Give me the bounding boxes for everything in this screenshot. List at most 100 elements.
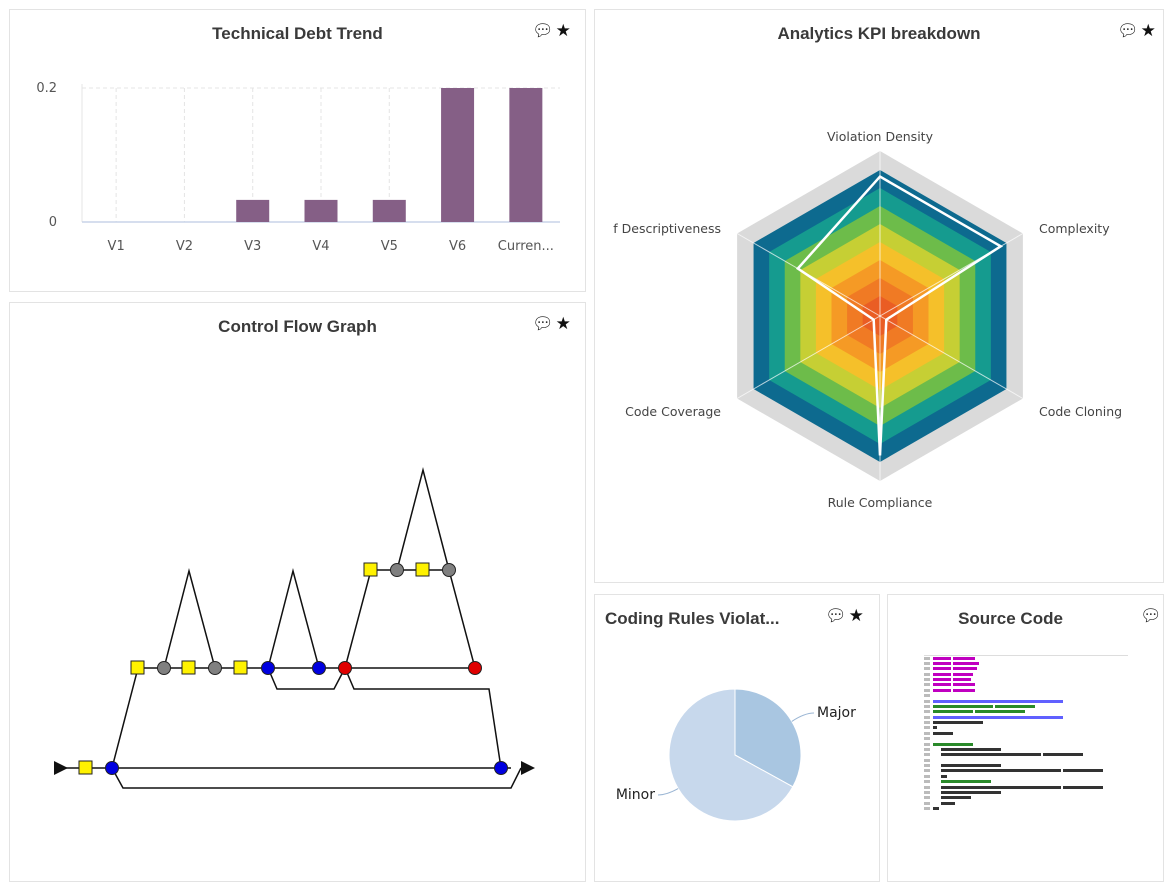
line-number	[924, 672, 930, 676]
code-line	[924, 769, 1128, 773]
source-code-panel: Source Code 💬︎	[887, 594, 1164, 882]
code-line	[924, 737, 1128, 741]
code-token	[941, 790, 1001, 794]
code-token	[933, 699, 1063, 703]
cfg-node-call	[390, 563, 404, 577]
line-number	[924, 742, 930, 746]
bar	[509, 88, 543, 222]
line-number	[924, 656, 930, 660]
cfg-node-statement	[363, 562, 378, 577]
line-number	[924, 769, 930, 773]
code-token	[995, 704, 1035, 708]
code-line	[924, 731, 1128, 735]
code-line	[924, 694, 1128, 698]
code-line	[924, 726, 1128, 730]
bar	[372, 199, 406, 222]
radar-axis-label: Code Coverage	[625, 404, 721, 419]
line-number	[924, 796, 930, 800]
code-line	[924, 672, 1128, 676]
code-token	[933, 661, 951, 665]
line-number	[924, 807, 930, 811]
line-number	[924, 753, 930, 757]
code-token	[941, 747, 1001, 751]
line-number	[924, 774, 930, 778]
code-token	[941, 785, 1061, 789]
code-token	[933, 656, 951, 660]
line-number	[924, 780, 930, 784]
code-line	[924, 796, 1128, 800]
code-token	[941, 780, 991, 784]
code-token	[1043, 753, 1083, 757]
line-number	[924, 764, 930, 768]
code-line	[924, 774, 1128, 778]
radar-axis-label: f Descriptiveness	[613, 221, 721, 236]
technical-debt-chart: 0.2 0 V1 V2 V3 V4 V5 V6 Curren...	[36, 81, 560, 254]
entry-arrow	[54, 761, 68, 775]
line-number	[924, 801, 930, 805]
radar-axis-label: Rule Compliance	[828, 495, 933, 510]
code-token	[941, 801, 955, 805]
cfg-node-switch	[338, 661, 352, 675]
source-code-thumbnail[interactable]	[924, 655, 1128, 862]
code-token	[933, 688, 951, 692]
code-token	[933, 667, 951, 671]
code-token	[941, 796, 971, 800]
cfg-node-statement	[78, 760, 93, 775]
code-token	[941, 774, 947, 778]
cfg-node-statement	[415, 562, 430, 577]
code-token	[933, 710, 973, 714]
code-line	[924, 753, 1128, 757]
line-number	[924, 731, 930, 735]
code-line	[924, 780, 1128, 784]
cfg-node-decision	[261, 661, 275, 675]
code-token	[933, 721, 983, 725]
code-token	[953, 667, 977, 671]
x-tick-label: V6	[449, 239, 466, 254]
code-token	[953, 661, 979, 665]
comment-icon[interactable]: 💬︎	[1140, 606, 1163, 626]
bar	[236, 199, 270, 222]
pie-leader-line	[657, 788, 679, 796]
line-number	[924, 747, 930, 751]
code-token	[933, 731, 953, 735]
pie-leader-line	[791, 712, 815, 722]
pie-label: Major	[817, 705, 856, 721]
code-line	[924, 710, 1128, 714]
code-line	[924, 807, 1128, 811]
code-line	[924, 683, 1128, 687]
code-token	[975, 710, 1025, 714]
cfg-node-decision	[312, 661, 326, 675]
code-token	[953, 656, 975, 660]
line-number	[924, 661, 930, 665]
line-number	[924, 710, 930, 714]
line-number	[924, 694, 930, 698]
cfg-node-decision	[494, 761, 508, 775]
code-line	[924, 688, 1128, 692]
panel-tools: 💬︎	[1140, 606, 1163, 626]
line-number	[924, 737, 930, 741]
coding-rules-panel: Coding Rules Violat... 💬︎★ Major Minor	[594, 594, 880, 882]
line-number	[924, 699, 930, 703]
code-token	[941, 753, 1041, 757]
code-token	[1063, 769, 1103, 773]
y-tick-label: 0.2	[36, 81, 57, 96]
code-token	[933, 715, 1063, 719]
code-line	[924, 747, 1128, 751]
panel-title: Source Code	[958, 609, 1063, 628]
x-tick-label: V3	[244, 239, 261, 254]
kpi-panel: Analytics KPI breakdown 💬︎★ Violation De…	[594, 9, 1164, 583]
code-line	[924, 721, 1128, 725]
code-line	[924, 656, 1128, 660]
line-number	[924, 704, 930, 708]
pie-label: Minor	[616, 787, 655, 803]
code-line	[924, 678, 1128, 682]
code-line	[924, 764, 1128, 768]
control-flow-graph	[54, 467, 535, 789]
kpi-radar-chart: Violation Density Complexity Code Cloning R…	[613, 129, 1122, 510]
code-line	[924, 742, 1128, 746]
cfg-node-switch	[468, 661, 482, 675]
x-tick-label: V2	[176, 239, 193, 254]
line-number	[924, 785, 930, 789]
code-line	[924, 715, 1128, 719]
line-number	[924, 726, 930, 730]
